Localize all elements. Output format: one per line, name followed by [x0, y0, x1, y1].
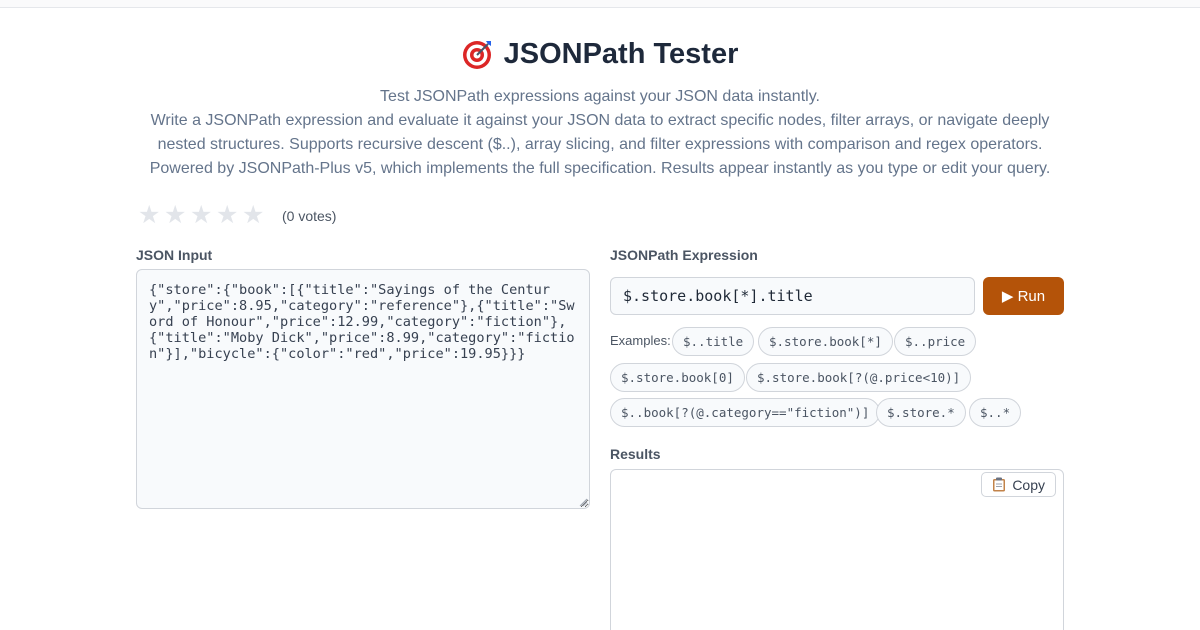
vote-count: (0 votes)	[282, 207, 337, 224]
json-input-label: JSON Input	[136, 247, 213, 263]
star-icon[interactable]: ★	[190, 203, 216, 228]
json-input[interactable]: {"store":{"book":[{"title":"Sayings of t…	[136, 269, 590, 509]
results-output[interactable]: Copy	[610, 469, 1064, 630]
expression-label: JSONPath Expression	[610, 247, 758, 263]
page-title-text: JSONPath Tester	[503, 37, 739, 70]
top-bar	[0, 0, 1200, 8]
target-icon	[462, 41, 491, 69]
example-chip[interactable]: $..title	[672, 327, 755, 356]
results-label: Results	[610, 446, 661, 462]
clipboard-icon	[993, 477, 1006, 492]
example-chip[interactable]: $.store.*	[876, 398, 966, 427]
example-chip[interactable]: $..price	[894, 327, 977, 356]
example-chip[interactable]: $..*	[969, 398, 1022, 427]
examples-label: Examples:	[610, 333, 671, 348]
jsonpath-expression-input[interactable]	[610, 277, 975, 315]
star-icon[interactable]: ★	[164, 203, 190, 228]
star-icon[interactable]: ★	[138, 203, 164, 228]
star-icon[interactable]: ★	[242, 203, 268, 228]
page-title: JSONPath Tester	[462, 36, 739, 72]
copy-button-label: Copy	[1012, 476, 1045, 493]
copy-button[interactable]: Copy	[981, 472, 1056, 497]
resize-handle-icon[interactable]	[579, 498, 588, 507]
example-chip[interactable]: $.store.book[?(@.price<10)]	[746, 363, 972, 392]
example-chip[interactable]: $.store.book[0]	[610, 363, 745, 392]
page-header: JSONPath Tester Test JSONPath expression…	[0, 36, 1200, 181]
page-description: Write a JSONPath expression and evaluate…	[149, 112, 1051, 177]
example-chip[interactable]: $.store.book[*]	[758, 327, 893, 356]
page-lead: Test JSONPath expressions against your J…	[380, 88, 820, 105]
run-button[interactable]: ▶ Run	[983, 277, 1064, 315]
star-rating: ★ ★ ★ ★ ★ (0 votes)	[138, 203, 336, 228]
star-icon[interactable]: ★	[216, 203, 242, 228]
example-chip[interactable]: $..book[?(@.category=="fiction")]	[610, 398, 881, 427]
